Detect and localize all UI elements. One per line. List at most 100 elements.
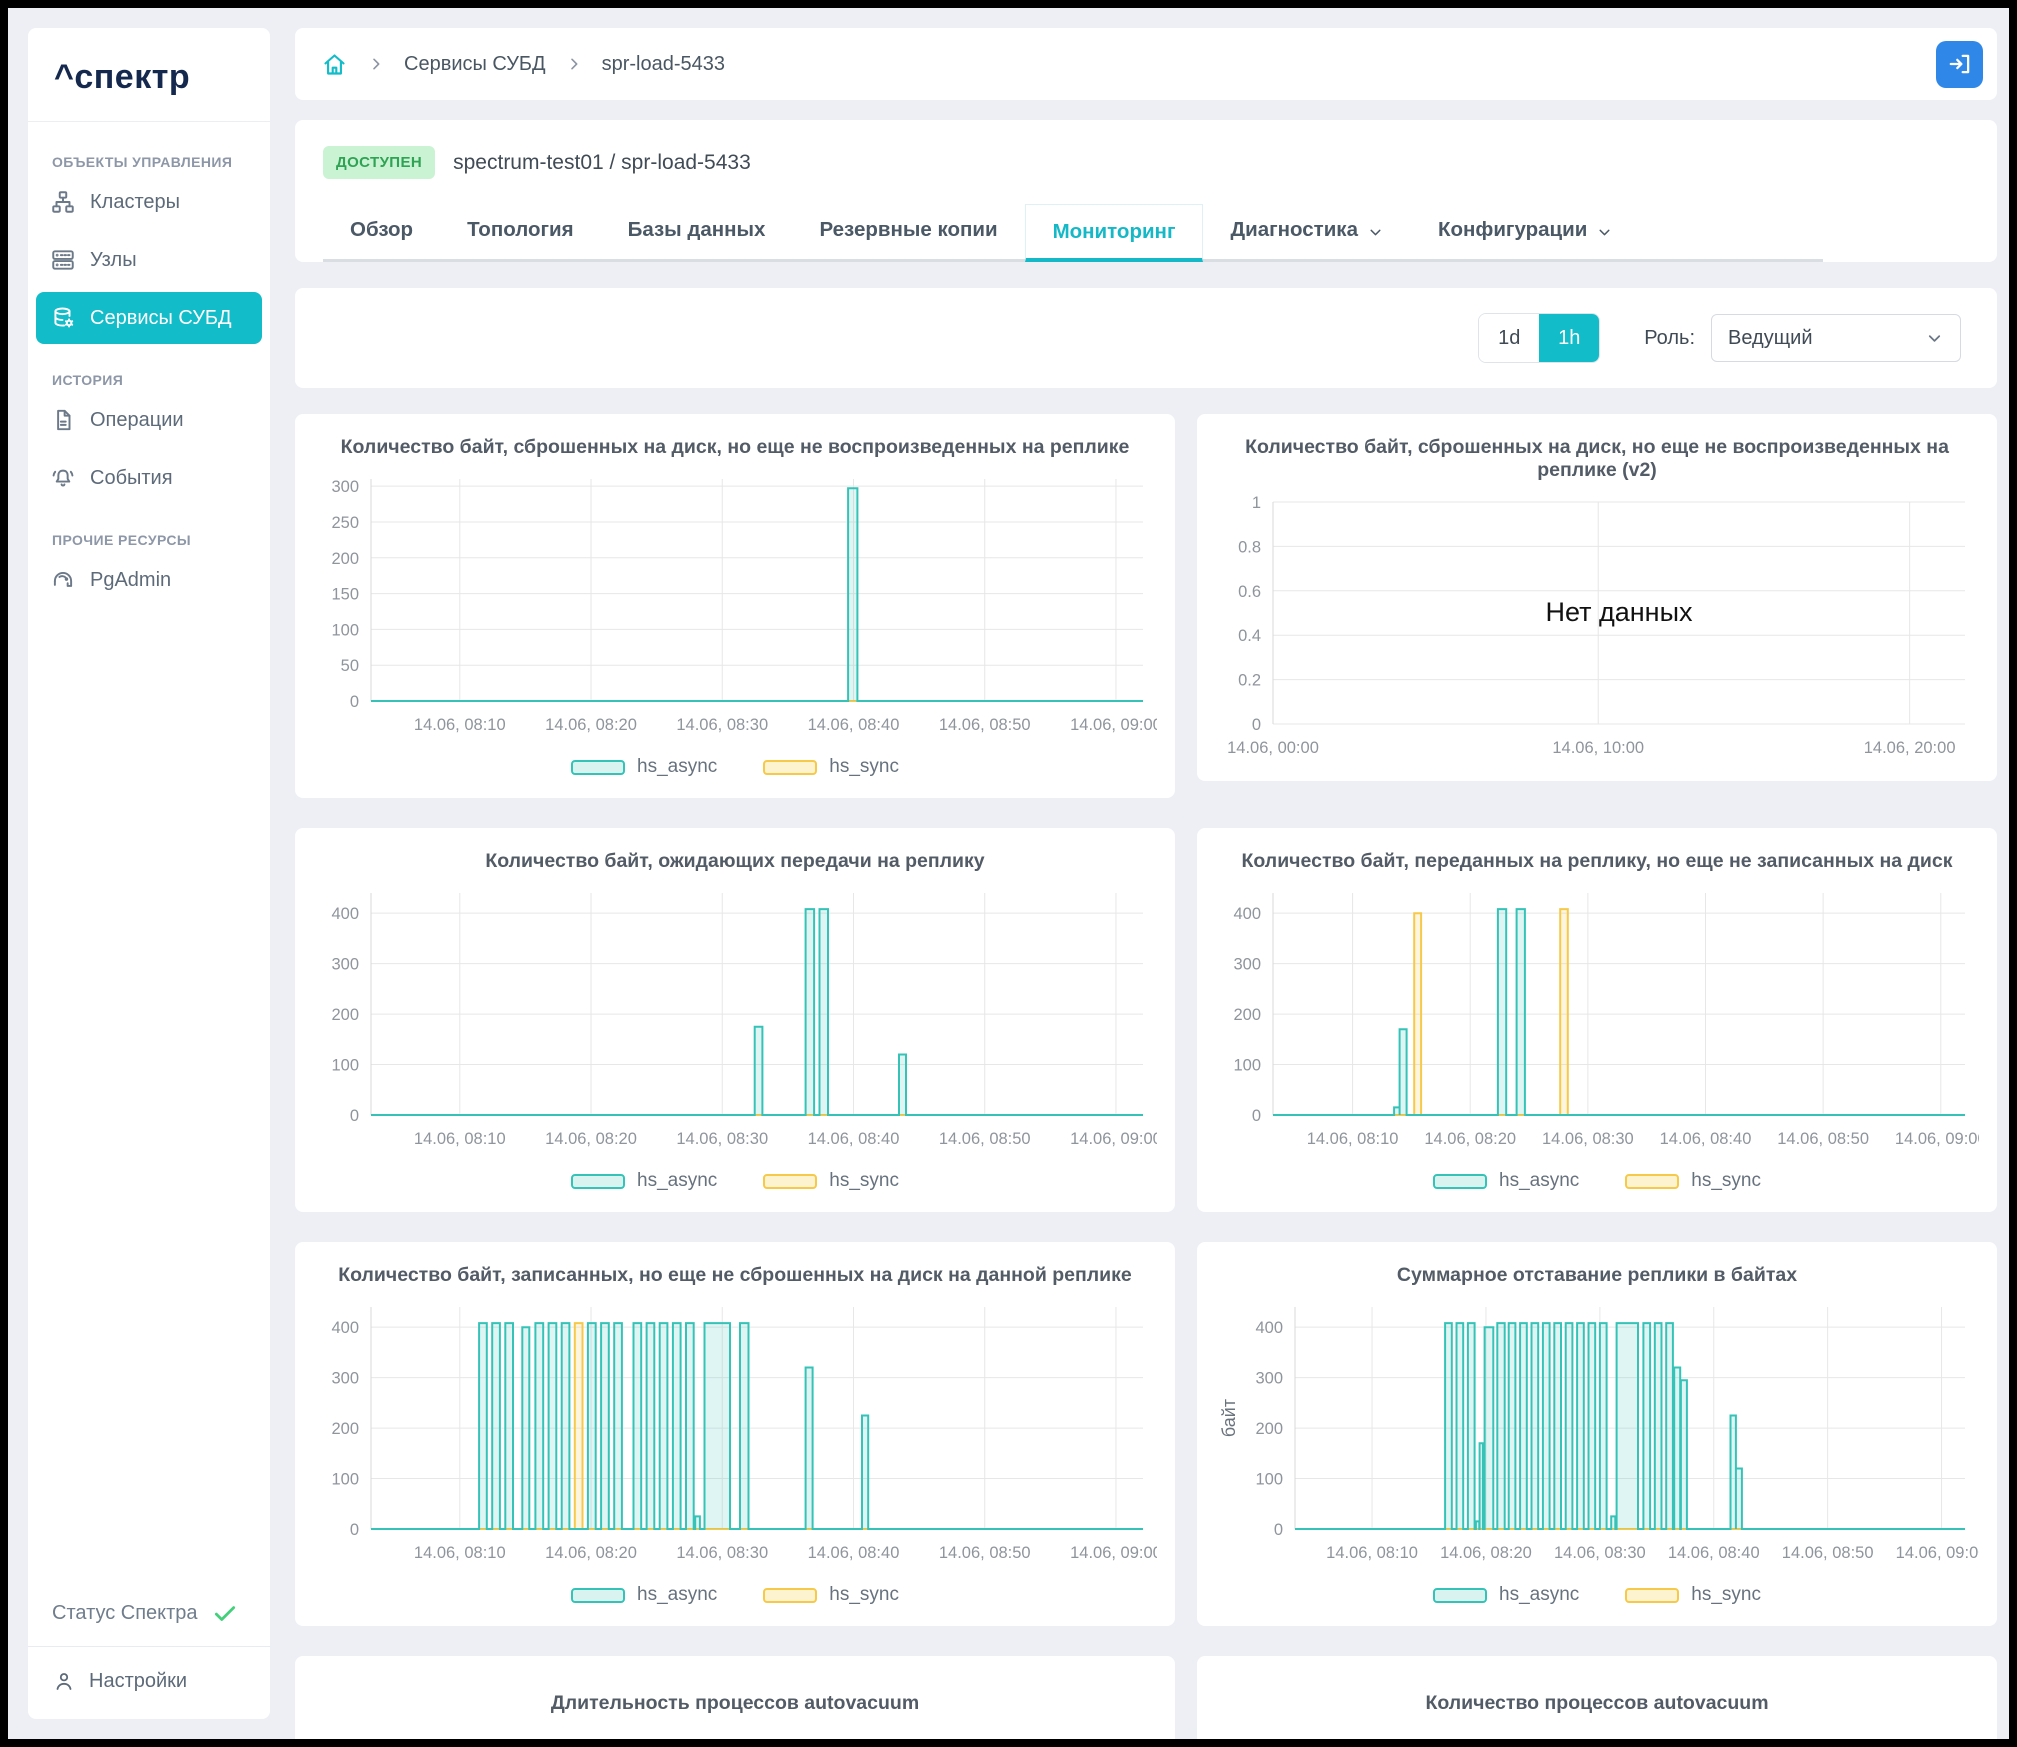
svg-text:14.06, 08:50: 14.06, 08:50 — [939, 1130, 1031, 1148]
tab-label: Базы данных — [628, 218, 766, 242]
nodes-icon — [50, 247, 76, 273]
svg-text:14.06, 08:10: 14.06, 08:10 — [414, 716, 506, 734]
sidebar-nav: ОБЪЕКТЫ УПРАВЛЕНИЯ Кластеры Узлы Сервисы СУ… — [28, 122, 270, 612]
svg-text:50: 50 — [341, 657, 359, 675]
sidebar-item-события[interactable]: События — [36, 452, 262, 504]
sidebar-item-сервисы-субд[interactable]: Сервисы СУБД — [36, 292, 262, 344]
tab-резервные-копии[interactable]: Резервные копии — [792, 201, 1024, 259]
svg-text:14.06, 09:00: 14.06, 09:00 — [1070, 1544, 1157, 1562]
svg-text:14.06, 08:30: 14.06, 08:30 — [676, 716, 768, 734]
svg-text:0: 0 — [1252, 716, 1261, 734]
tab-label: Диагностика — [1230, 218, 1357, 242]
svg-text:14.06, 10:00: 14.06, 10:00 — [1552, 739, 1644, 757]
user-icon — [52, 1669, 76, 1693]
chart-card-4: Количество байт, записанных, но еще не с… — [295, 1242, 1175, 1626]
svg-text:400: 400 — [331, 905, 359, 923]
legend-item-hs_sync[interactable]: hs_sync — [1625, 1584, 1761, 1606]
legend-swatch — [1625, 1588, 1679, 1603]
sidebar-item-pgadmin[interactable]: PgAdmin — [36, 554, 262, 606]
legend-item-hs_sync[interactable]: hs_sync — [763, 1584, 899, 1606]
svg-text:14.06, 08:40: 14.06, 08:40 — [808, 716, 900, 734]
chart-title: Количество байт, ожидающих передачи на р… — [313, 850, 1157, 873]
svg-text:100: 100 — [331, 621, 359, 639]
chart-card-5: Суммарное отставание реплики в байтах010… — [1197, 1242, 1997, 1626]
svg-text:0.8: 0.8 — [1238, 538, 1261, 556]
role-select[interactable]: Ведущий — [1711, 314, 1961, 362]
legend-item-hs_sync[interactable]: hs_sync — [763, 1170, 899, 1192]
breadcrumb-item-services[interactable]: Сервисы СУБД — [404, 53, 546, 76]
sidebar-section-label: ПРОЧИЕ РЕСУРСЫ — [52, 532, 270, 548]
svg-text:400: 400 — [331, 1319, 359, 1337]
svg-text:14.06, 08:30: 14.06, 08:30 — [1542, 1130, 1634, 1148]
chart-card-0: Количество байт, сброшенных на диск, но … — [295, 414, 1175, 798]
svg-text:300: 300 — [331, 956, 359, 974]
range-button-1d[interactable]: 1d — [1479, 314, 1539, 362]
chart-area: 010020030040014.06, 08:1014.06, 08:2014.… — [1215, 1295, 1979, 1572]
chart-title: Суммарное отставание реплики в байтах — [1215, 1264, 1979, 1287]
svg-text:0.2: 0.2 — [1238, 672, 1261, 690]
chart-plot: 010020030040014.06, 08:1014.06, 08:2014.… — [1215, 1295, 1979, 1567]
sidebar-item-операции[interactable]: Операции — [36, 394, 262, 446]
logout-button[interactable] — [1936, 41, 1983, 88]
svg-text:14.06, 08:10: 14.06, 08:10 — [414, 1130, 506, 1148]
chart-card-2: Количество байт, ожидающих передачи на р… — [295, 828, 1175, 1212]
svg-text:14.06, 08:20: 14.06, 08:20 — [545, 716, 637, 734]
tab-диагностика[interactable]: Диагностика — [1203, 201, 1410, 259]
tab-мониторинг[interactable]: Мониторинг — [1025, 204, 1204, 262]
screenshot-frame: ^спектр ОБЪЕКТЫ УПРАВЛЕНИЯКластерыУзлыСе… — [0, 0, 2017, 1747]
chart-plot: 05010015020025030014.06, 08:1014.06, 08:… — [313, 467, 1157, 739]
settings-button[interactable]: Настройки — [28, 1647, 270, 1719]
chart-legend: hs_async hs_sync — [1215, 1584, 1979, 1606]
chart-area — [313, 1723, 1157, 1739]
tab-обзор[interactable]: Обзор — [323, 201, 440, 259]
legend-item-hs_sync[interactable]: hs_sync — [763, 756, 899, 778]
chart-legend: hs_async hs_sync — [313, 756, 1157, 778]
time-range-toggle: 1d1h — [1478, 313, 1600, 363]
tab-label: Мониторинг — [1053, 220, 1176, 244]
home-icon[interactable] — [321, 51, 348, 78]
legend-item-hs_async[interactable]: hs_async — [1433, 1584, 1579, 1606]
service-header: ДОСТУПЕН spectrum-test01 / spr-load-5433… — [295, 120, 1997, 262]
charts-grid: Количество байт, сброшенных на диск, но … — [295, 414, 1997, 1739]
svg-text:300: 300 — [331, 478, 359, 496]
main-area: Сервисы СУБД spr-load-5433 ДОСТУПЕН spec… — [295, 28, 1997, 1739]
legend-item-hs_async[interactable]: hs_async — [571, 756, 717, 778]
chart-legend: hs_async hs_sync — [313, 1170, 1157, 1192]
svg-text:100: 100 — [331, 1057, 359, 1075]
legend-item-hs_sync[interactable]: hs_sync — [1625, 1170, 1761, 1192]
tab-базы-данных[interactable]: Базы данных — [601, 201, 793, 259]
tab-топология[interactable]: Топология — [440, 201, 601, 259]
legend-swatch — [1433, 1174, 1487, 1189]
svg-text:200: 200 — [1255, 1420, 1283, 1438]
svg-text:14.06, 08:50: 14.06, 08:50 — [939, 1544, 1031, 1562]
legend-swatch — [763, 1588, 817, 1603]
legend-swatch — [763, 1174, 817, 1189]
legend-item-hs_async[interactable]: hs_async — [571, 1584, 717, 1606]
svg-text:14.06, 08:50: 14.06, 08:50 — [1777, 1130, 1869, 1148]
svg-text:200: 200 — [1233, 1006, 1261, 1024]
svg-text:14.06, 08:20: 14.06, 08:20 — [1424, 1130, 1516, 1148]
sidebar: ^спектр ОБЪЕКТЫ УПРАВЛЕНИЯКластерыУзлыСе… — [28, 28, 270, 1719]
legend-item-hs_async[interactable]: hs_async — [1433, 1170, 1579, 1192]
spectrum-status-label: Статус Спектра — [52, 1602, 198, 1625]
svg-text:0.4: 0.4 — [1238, 627, 1261, 645]
sidebar-item-кластеры[interactable]: Кластеры — [36, 176, 262, 228]
sidebar-item-label: Операции — [90, 409, 184, 432]
tab-конфигурации[interactable]: Конфигурации — [1411, 201, 1640, 259]
legend-label: hs_sync — [829, 756, 899, 778]
svg-text:300: 300 — [331, 1370, 359, 1388]
sidebar-section-label: ИСТОРИЯ — [52, 372, 270, 388]
sidebar-section-label: ОБЪЕКТЫ УПРАВЛЕНИЯ — [52, 154, 270, 170]
svg-text:байт: байт — [1219, 1399, 1239, 1437]
legend-item-hs_async[interactable]: hs_async — [571, 1170, 717, 1192]
svg-text:100: 100 — [1255, 1471, 1283, 1489]
svg-text:14.06, 09:00: 14.06, 09:00 — [1070, 1130, 1157, 1148]
tabs: ОбзорТопология Базы данных Резервные копии… — [323, 201, 1823, 262]
db-services-icon — [50, 305, 76, 331]
chart-plot: 010020030040014.06, 08:1014.06, 08:2014.… — [313, 1295, 1157, 1567]
svg-text:0: 0 — [350, 1521, 359, 1539]
check-icon — [212, 1600, 238, 1626]
sidebar-item-label: Узлы — [90, 249, 137, 272]
range-button-1h[interactable]: 1h — [1539, 314, 1599, 362]
sidebar-item-узлы[interactable]: Узлы — [36, 234, 262, 286]
